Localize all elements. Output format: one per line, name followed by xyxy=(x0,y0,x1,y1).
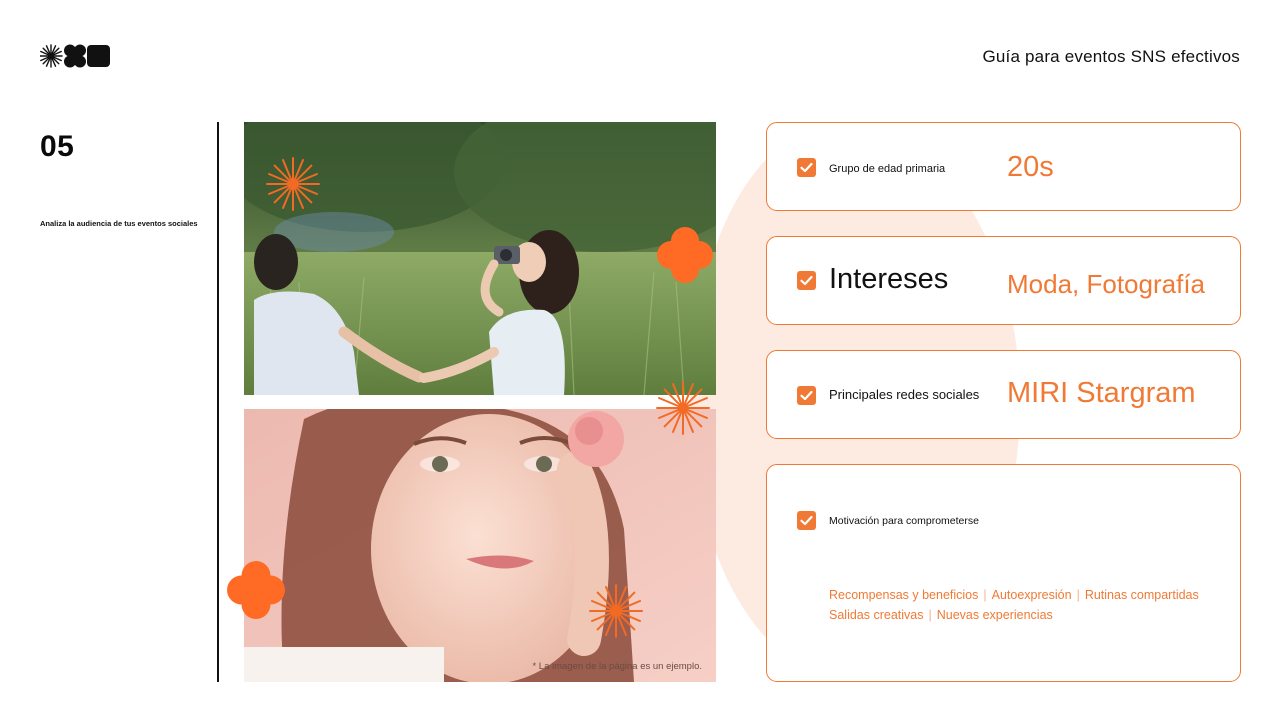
info-card-social-networks: Principales redes sociales MIRI Stargram xyxy=(766,350,1241,439)
tag: Salidas creativas xyxy=(829,608,924,622)
checkbox-checked-icon xyxy=(797,158,816,177)
starburst-icon xyxy=(265,156,321,217)
card-label: Intereses xyxy=(829,263,949,295)
tag-row: Salidas creativas | Nuevas experiencias xyxy=(829,605,1229,625)
tag: Nuevas experiencias xyxy=(936,608,1053,622)
flower-shape-icon xyxy=(226,560,286,625)
tag: Recompensas y beneficios xyxy=(829,588,979,602)
image-caption: * La imagen de la página es un ejemplo. xyxy=(532,661,702,672)
page-title: Guía para eventos SNS efectivos xyxy=(982,47,1240,66)
card-label: Motivación para comprometerse xyxy=(829,515,979,527)
info-card-age: Grupo de edad primaria 20s xyxy=(766,122,1241,211)
brand-logo-icon xyxy=(39,44,112,68)
starburst-icon xyxy=(588,583,644,644)
tag: Autoexpresión xyxy=(991,588,1072,602)
card-value: 20s xyxy=(1007,151,1054,183)
card-label: Principales redes sociales xyxy=(829,387,980,402)
info-card-interests: Intereses Moda, Fotografía xyxy=(766,236,1241,325)
motivation-tags: Recompensas y beneficios | Autoexpresión | R… xyxy=(829,585,1229,625)
flower-shape-icon xyxy=(656,226,714,289)
section-description: Analiza la audiencia de tus eventos soci… xyxy=(40,219,198,228)
card-label: Grupo de edad primaria xyxy=(829,163,946,175)
tag-separator: | xyxy=(983,588,987,602)
info-card-motivation: Motivación para comprometerse Recompensa… xyxy=(766,464,1241,682)
vertical-divider xyxy=(217,122,219,682)
section-number: 05 xyxy=(40,130,75,163)
checkbox-checked-icon xyxy=(797,386,816,405)
woman-with-flower-portrait-photo: * La imagen de la página es un ejemplo. xyxy=(244,409,716,682)
starburst-icon xyxy=(655,380,711,441)
tag-separator: | xyxy=(1076,588,1080,602)
checkbox-checked-icon xyxy=(797,271,816,290)
card-value: MIRI Stargram xyxy=(1007,377,1196,409)
tag-separator: | xyxy=(928,608,932,622)
tag-row: Recompensas y beneficios | Autoexpresión | R… xyxy=(829,585,1229,605)
card-value: Moda, Fotografía xyxy=(1007,269,1205,299)
tag: Rutinas compartidas xyxy=(1084,588,1199,602)
checkbox-checked-icon xyxy=(797,511,816,530)
